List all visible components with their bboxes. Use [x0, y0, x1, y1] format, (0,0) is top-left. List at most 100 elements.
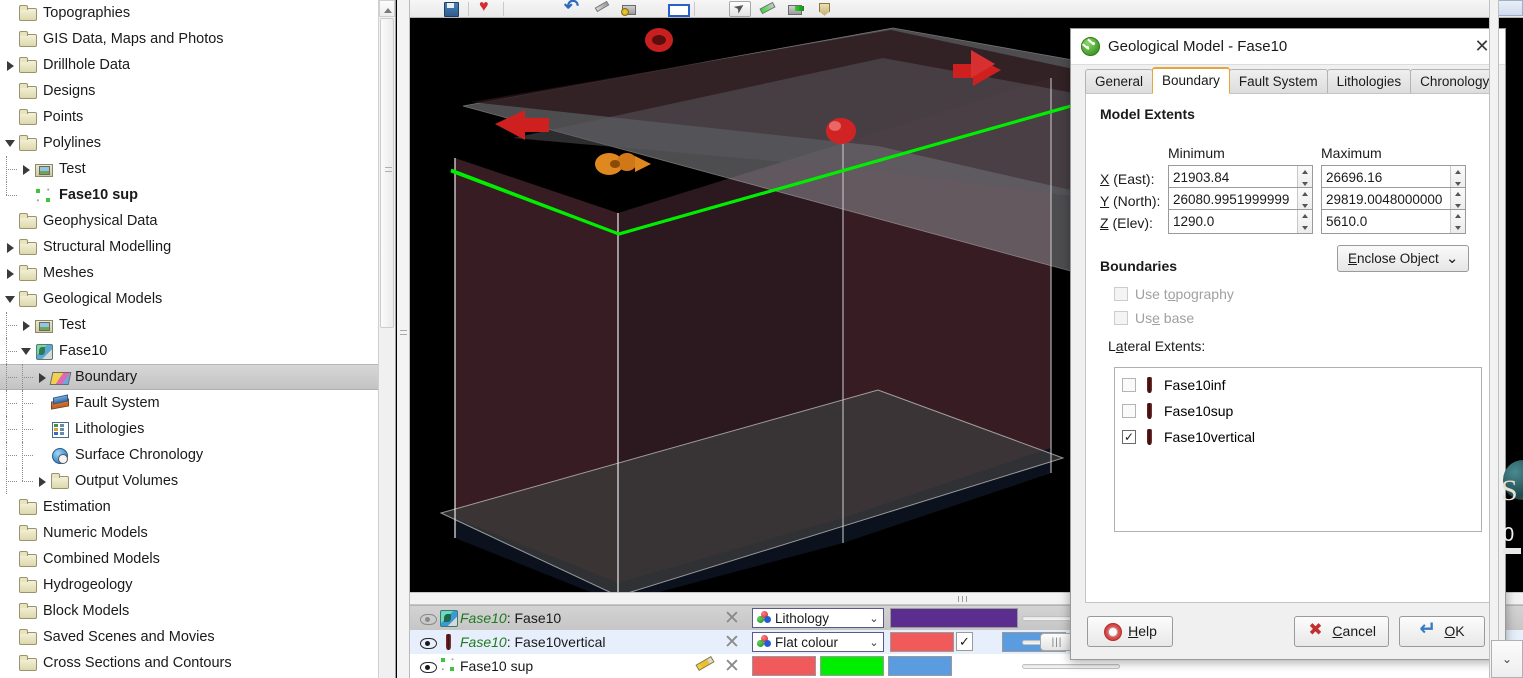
tree-item-gis-data-maps-and-photos[interactable]: GIS Data, Maps and Photos	[0, 26, 395, 52]
pencil-icon[interactable]	[590, 1, 612, 17]
panel-splitter[interactable]	[397, 0, 410, 678]
y-maximum-spin-buttons[interactable]	[1450, 188, 1465, 211]
lateral-extents-list[interactable]: Fase10inf Fase10sup ✓ Fase10vertical	[1114, 367, 1482, 532]
tree-item-drillhole-data[interactable]: Drillhole Data	[0, 52, 395, 78]
tree-item-fase10-sup[interactable]: Fase10 sup	[0, 182, 395, 208]
tree-item-boundary[interactable]: Boundary	[0, 364, 395, 390]
tree-item-numeric-models[interactable]: Numeric Models	[0, 520, 395, 546]
spin-up-icon[interactable]	[1298, 188, 1312, 200]
tree-item-topographies[interactable]: Topographies	[0, 0, 395, 26]
tree-item-hydrogeology[interactable]: Hydrogeology	[0, 572, 395, 598]
project-tree-panel[interactable]: Topographies GIS Data, Maps and Photos Dri…	[0, 0, 396, 678]
tab-boundary[interactable]: Boundary	[1152, 67, 1230, 94]
spin-up-icon[interactable]	[1298, 166, 1312, 178]
tree-item-test[interactable]: Test	[0, 156, 395, 182]
tree-item-geological-models[interactable]: Geological Models	[0, 286, 395, 312]
y-minimum-input[interactable]	[1169, 188, 1297, 211]
expand-arrow-icon[interactable]	[20, 312, 34, 338]
colour-swatch[interactable]	[890, 632, 954, 652]
colour-swatch[interactable]	[752, 656, 816, 676]
visibility-eye-icon[interactable]	[418, 630, 438, 654]
spin-up-icon[interactable]	[1451, 166, 1465, 178]
tree-item-fault-system[interactable]: Fault System	[0, 390, 395, 416]
spin-up-icon[interactable]	[1298, 210, 1312, 222]
z-maximum-spinbox[interactable]	[1321, 209, 1466, 234]
expand-arrow-icon[interactable]	[36, 364, 50, 390]
y-maximum-input[interactable]	[1322, 188, 1450, 211]
tab-chronology[interactable]: Chronology	[1410, 69, 1500, 94]
undo-arrow-icon[interactable]	[562, 0, 584, 17]
heart-icon[interactable]	[475, 0, 497, 17]
y-minimum-spin-buttons[interactable]	[1297, 188, 1312, 211]
tree-item-meshes[interactable]: Meshes	[0, 260, 395, 286]
tab-lithologies[interactable]: Lithologies	[1326, 69, 1412, 94]
slider-knob[interactable]: |||	[1040, 633, 1074, 651]
dialog-tab-bar[interactable]: General Boundary Fault System Lithologies Ch…	[1071, 65, 1505, 94]
tree-item-designs[interactable]: Designs	[0, 78, 395, 104]
tree-item-structural-modelling[interactable]: Structural Modelling	[0, 234, 395, 260]
expand-arrow-icon[interactable]	[4, 286, 18, 312]
tab-fault-system[interactable]: Fault System	[1228, 69, 1328, 94]
remove-from-scene-icon[interactable]: ✕	[722, 631, 742, 653]
save-icon[interactable]	[440, 1, 462, 17]
tree-item-test[interactable]: Test	[0, 312, 395, 338]
z-minimum-input[interactable]	[1169, 210, 1297, 233]
tree-item-combined-models[interactable]: Combined Models	[0, 546, 395, 572]
visibility-eye-icon[interactable]	[418, 606, 438, 630]
edge-dropdown-button[interactable]: ⌄	[1491, 640, 1523, 678]
edge-scroll-strip[interactable]	[1489, 0, 1499, 678]
geological-model-dialog[interactable]: Geological Model - Fase10 ✕ General Bound…	[1070, 28, 1506, 660]
help-button[interactable]: Help	[1087, 615, 1173, 647]
z-maximum-input[interactable]	[1322, 210, 1450, 233]
main-toolbar[interactable]	[410, 0, 1523, 18]
green-tool-icon[interactable]	[785, 1, 807, 17]
tree-item-fase10[interactable]: Fase10	[0, 338, 395, 364]
colour-mode-dropdown[interactable]: Flat colour ⌄	[752, 632, 884, 652]
tool-yellow-icon[interactable]	[618, 1, 640, 17]
tab-general[interactable]: General	[1085, 69, 1154, 94]
tree-item-points[interactable]: Points	[0, 104, 395, 130]
enclose-object-button[interactable]: Enclose Object ⌄	[1337, 245, 1470, 272]
spin-down-icon[interactable]	[1451, 222, 1465, 234]
tree-item-lithologies[interactable]: Lithologies	[0, 416, 395, 442]
rectangle-icon[interactable]	[666, 1, 690, 17]
lateral-extent-row[interactable]: ✓ Fase10vertical	[1115, 424, 1481, 450]
colour-swatch[interactable]	[888, 656, 952, 676]
expand-arrow-icon[interactable]	[4, 52, 18, 78]
x-minimum-input[interactable]	[1169, 166, 1297, 189]
tree-item-polylines[interactable]: Polylines	[0, 130, 395, 156]
expand-arrow-icon[interactable]	[4, 234, 18, 260]
lateral-extent-checkbox[interactable]: ✓	[1122, 430, 1136, 444]
spin-up-icon[interactable]	[1451, 188, 1465, 200]
tree-item-output-volumes[interactable]: Output Volumes	[0, 468, 395, 494]
tree-item-estimation[interactable]: Estimation	[0, 494, 395, 520]
x-maximum-spin-buttons[interactable]	[1450, 166, 1465, 189]
cancel-button[interactable]: Cancel	[1294, 615, 1389, 647]
tree-item-geophysical-data[interactable]: Geophysical Data	[0, 208, 395, 234]
colour-swatch[interactable]	[890, 608, 1018, 628]
ok-button[interactable]: OK	[1399, 615, 1485, 647]
stamp-icon[interactable]	[813, 1, 835, 17]
cursor-icon[interactable]	[729, 0, 751, 17]
scroll-up-arrow-icon[interactable]	[379, 0, 395, 17]
lateral-extent-row[interactable]: Fase10inf	[1115, 372, 1481, 398]
visibility-eye-icon[interactable]	[418, 654, 438, 678]
swatch-enable-checkbox[interactable]: ✓	[956, 632, 973, 651]
x-minimum-spin-buttons[interactable]	[1297, 166, 1312, 189]
expand-arrow-icon[interactable]	[20, 338, 34, 364]
tree-item-block-models[interactable]: Block Models	[0, 598, 395, 624]
colour-mode-dropdown[interactable]: Lithology ⌄	[752, 608, 884, 628]
lateral-extent-row[interactable]: Fase10sup	[1115, 398, 1481, 424]
expand-arrow-icon[interactable]	[4, 130, 18, 156]
expand-arrow-icon[interactable]	[20, 156, 34, 182]
expand-arrow-icon[interactable]	[4, 260, 18, 286]
remove-from-scene-icon[interactable]: ✕	[722, 607, 742, 629]
remove-from-scene-icon[interactable]: ✕	[722, 655, 742, 677]
z-minimum-spinbox[interactable]	[1168, 209, 1313, 234]
lateral-extent-checkbox[interactable]	[1122, 378, 1136, 392]
edit-pencil-icon[interactable]	[695, 655, 715, 677]
tree-item-surface-chronology[interactable]: Surface Chronology	[0, 442, 395, 468]
expand-arrow-icon[interactable]	[36, 468, 50, 494]
x-maximum-input[interactable]	[1322, 166, 1450, 189]
z-minimum-spin-buttons[interactable]	[1297, 210, 1312, 233]
